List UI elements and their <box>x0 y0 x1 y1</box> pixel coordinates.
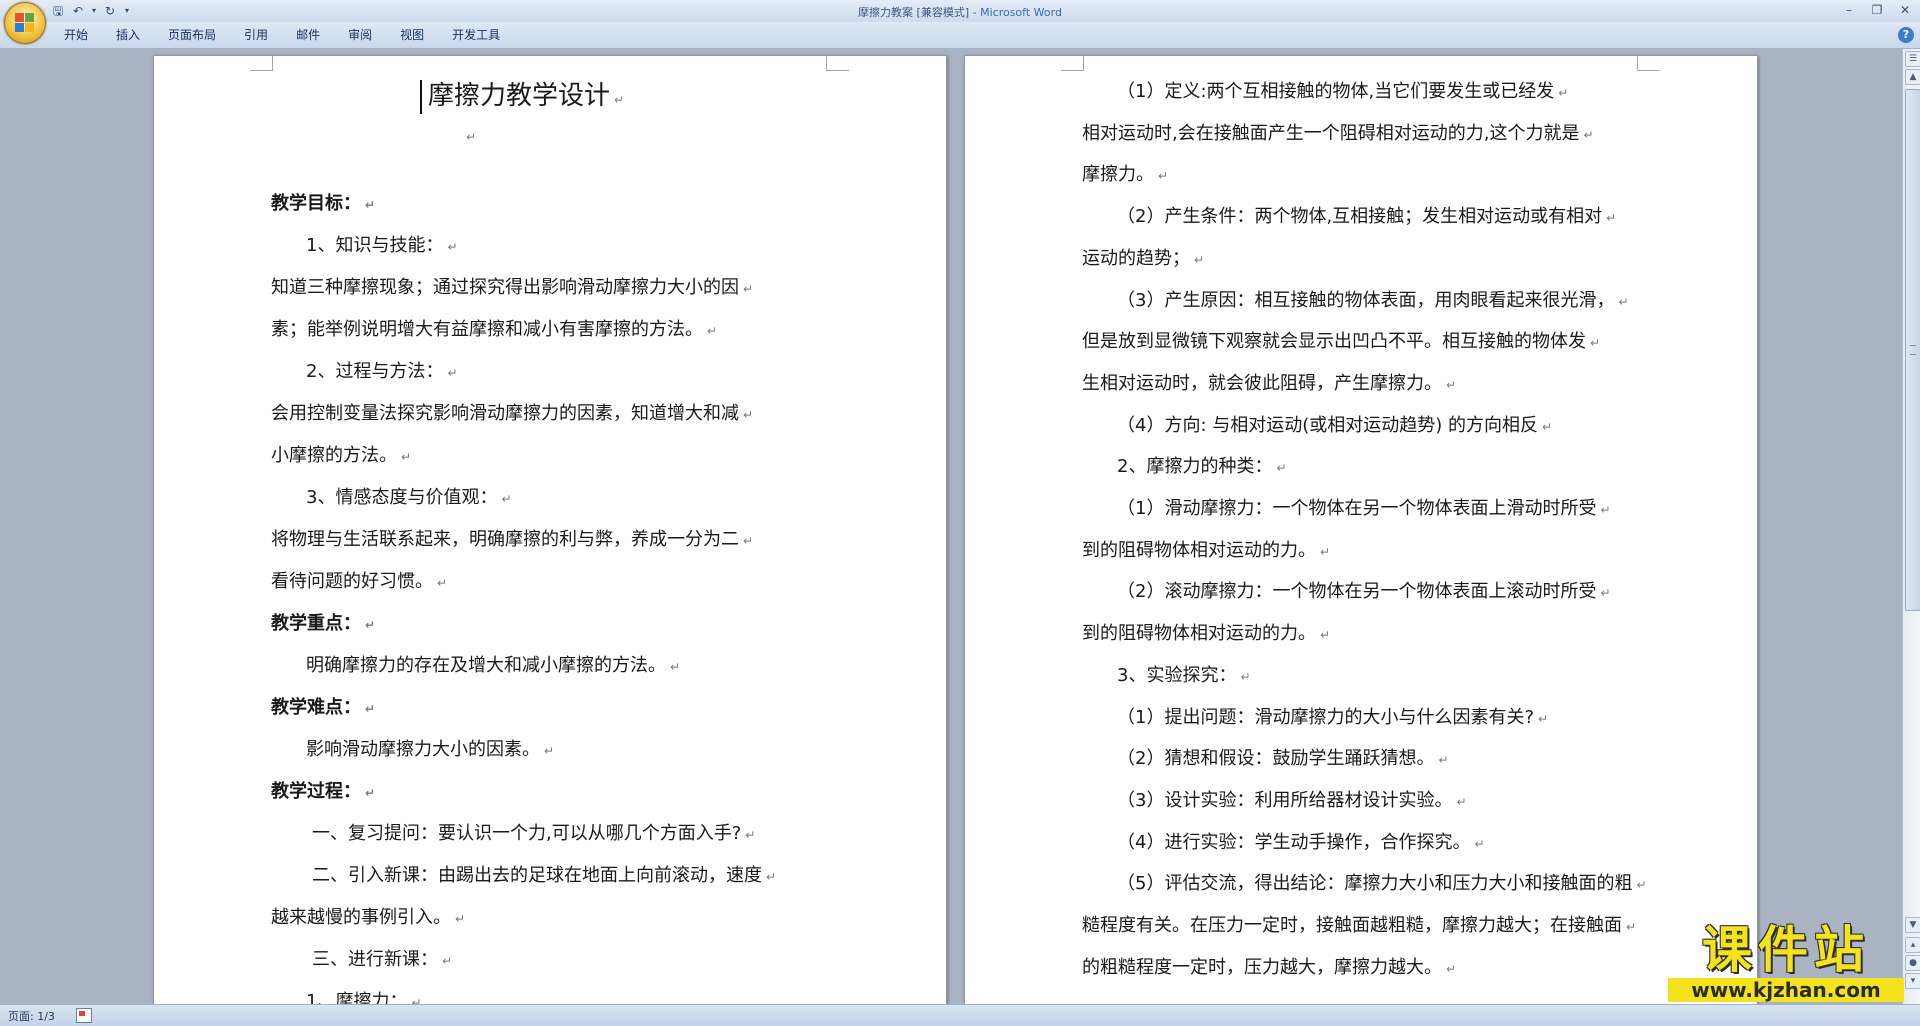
paragraph-line: 2、过程与方法： ↵ <box>306 361 458 382</box>
watermark-url: www.kjzhan.com <box>1668 978 1904 1002</box>
paragraph-line: 1、知识与技能： ↵ <box>306 235 458 256</box>
tab-3[interactable]: 引用 <box>230 27 282 43</box>
office-button[interactable] <box>4 2 46 44</box>
ribbon-tab-bar: 开始 插入 页面布局 引用 邮件 审阅 视图 开发工具 ? <box>0 22 1920 49</box>
tab-2[interactable]: 页面布局 <box>154 27 230 43</box>
paragraph-line: 素；能举例说明增大有益摩擦和减小有害摩擦的方法。 ↵ <box>271 319 718 340</box>
paragraph-line: （1）滑动摩擦力：一个物体在另一个物体表面上滑动时所受 ↵ <box>1117 498 1611 519</box>
paragraph-line: （4）进行实验：学生动手操作，合作探究。 ↵ <box>1117 831 1485 853</box>
paragraph-line: 明确摩擦力的存在及增大和减小摩擦的方法。 ↵ <box>306 655 681 676</box>
paragraph-line: 的粗糙程度一定时，压力越大，摩擦力越大。 ↵ <box>1082 956 1457 978</box>
paragraph-line: 运动的趋势； ↵ <box>1082 247 1205 269</box>
title-bar: 🖫 ↶ ▾ ↻ ▾ 摩擦力教案 [兼容模式] - Microsoft Word … <box>0 0 1920 23</box>
paragraph-line: 摩擦力。 ↵ <box>1082 164 1169 186</box>
paragraph-line: 影响滑动摩擦力大小的因素。 ↵ <box>306 739 555 760</box>
previous-page-icon[interactable]: ▴ <box>1905 937 1920 953</box>
close-icon[interactable]: ✕ <box>1894 2 1916 18</box>
paragraph-line: 越来越慢的事例引入。 ↵ <box>271 907 466 928</box>
status-bar: 页面: 1/3 <box>0 1004 1920 1026</box>
paragraph-line: 一、复习提问：要认识一个力,可以从哪几个方面入手? ↵ <box>312 823 756 844</box>
macro-recording-icon[interactable] <box>76 1008 92 1023</box>
margin-corner-mark <box>826 56 849 71</box>
margin-corner-mark <box>1637 56 1660 71</box>
paragraph-line: 糙程度有关。在压力一定时，接触面越粗糙，摩擦力越大；在接触面 ↵ <box>1082 915 1637 936</box>
tab-5[interactable]: 审阅 <box>334 27 386 43</box>
paragraph-line: 会用控制变量法探究影响滑动摩擦力的因素，知道增大和减 ↵ <box>271 403 754 424</box>
paragraph-line: （4）方向: 与相对运动(或相对运动趋势) 的方向相反 ↵ <box>1117 414 1553 436</box>
watermark-logo: 课件站 www.kjzhan.com <box>1668 922 1904 1006</box>
restore-icon[interactable]: ❐ <box>1866 2 1888 18</box>
tab-6[interactable]: 视图 <box>386 27 438 43</box>
vertical-scrollbar[interactable]: ☰ ▲ ▼ ▴ ● ▾ <box>1902 49 1920 1004</box>
tab-4[interactable]: 邮件 <box>282 27 334 43</box>
help-icon[interactable]: ? <box>1898 27 1914 43</box>
paragraph-line: 生相对运动时，就会彼此阻碍，产生摩擦力。 ↵ <box>1082 372 1457 394</box>
paragraph-line: （5）评估交流，得出结论：摩擦力大小和压力大小和接触面的粗 ↵ <box>1117 873 1647 895</box>
tab-7[interactable]: 开发工具 <box>438 27 514 43</box>
paragraph-line: 到的阻碍物体相对运动的力。 ↵ <box>1082 623 1331 645</box>
paragraph-line: 3、情感态度与价值观： ↵ <box>306 487 512 508</box>
paragraph-line: 知道三种摩擦现象；通过探究得出影响滑动摩擦力大小的因 ↵ <box>271 277 754 298</box>
paragraph-line: （3）产生原因：相互接触的物体表面，用肉眼看起来很光滑， ↵ <box>1117 289 1629 311</box>
window-controls: – ❐ ✕ <box>1838 2 1916 18</box>
paragraph-line: 看待问题的好习惯。 ↵ <box>271 571 448 592</box>
margin-corner-mark <box>250 56 273 71</box>
tab-1[interactable]: 插入 <box>102 27 154 43</box>
watermark-title: 课件站 <box>1702 921 1870 979</box>
ruler-toggle-icon[interactable]: ☰ <box>1905 51 1920 67</box>
ribbon-tabs: 开始 插入 页面布局 引用 邮件 审阅 视图 开发工具 <box>50 27 514 43</box>
document-title: 摩擦力教学设计 ↵ <box>428 81 625 111</box>
paragraph-line: 教学目标： ↵ <box>271 193 376 214</box>
page-indicator[interactable]: 页面: 1/3 <box>8 1008 55 1024</box>
paragraph-line: 将物理与生活联系起来，明确摩擦的利与弊，养成一分为二 ↵ <box>271 529 754 550</box>
paragraph-line: （2）产生条件：两个物体,互相接触；发生相对运动或有相对 ↵ <box>1117 206 1617 228</box>
margin-corner-mark <box>1061 56 1084 71</box>
document-page-2[interactable]: （1）定义:两个互相接触的物体,当它们要发生或已经发 ↵ 相对运动时,会在接触面产生… <box>964 55 1758 1004</box>
paragraph-line: 2、摩擦力的种类： ↵ <box>1117 456 1287 478</box>
paragraph-line: 教学难点： ↵ <box>271 697 376 718</box>
paragraph-line: （1）提出问题：滑动摩擦力的大小与什么因素有关? ↵ <box>1117 706 1549 728</box>
next-page-icon[interactable]: ▾ <box>1905 973 1920 989</box>
window-title: 摩擦力教案 [兼容模式] - Microsoft Word <box>858 6 1062 19</box>
paragraph-line: 二、引入新课：由踢出去的足球在地面上向前滚动，速度 ↵ <box>312 865 777 886</box>
tab-0[interactable]: 开始 <box>50 27 102 43</box>
paragraph-line: 1、摩擦力： ↵ <box>306 991 422 1004</box>
empty-paragraph: ↵ <box>466 130 477 144</box>
paragraph-line: （2）滚动摩擦力：一个物体在另一个物体表面上滚动时所受 ↵ <box>1117 581 1611 603</box>
minimize-icon[interactable]: – <box>1838 2 1860 18</box>
scrollbar-grip-icon <box>1910 345 1916 355</box>
scrollbar-thumb[interactable] <box>1905 89 1920 611</box>
paragraph-line: 相对运动时,会在接触面产生一个阻碍相对运动的力,这个力就是 ↵ <box>1082 122 1594 144</box>
paragraph-line: 教学过程： ↵ <box>271 781 376 802</box>
paragraph-line: 3、实验探究： ↵ <box>1117 664 1251 686</box>
paragraph-line: （3）设计实验：利用所给器材设计实验。 ↵ <box>1117 789 1467 811</box>
paragraph-line: 但是放到显微镜下观察就会显示出凹凸不平。相互接触的物体发 ↵ <box>1082 331 1601 353</box>
paragraph-line: （2）猜想和假设：鼓励学生踊跃猜想。 ↵ <box>1117 748 1449 770</box>
document-page-1[interactable]: 摩擦力教学设计 ↵ ↵ 教学目标： ↵ 1、知识与技能： ↵ 知道三种摩擦现象；通过探究得… <box>153 55 947 1004</box>
paragraph-line: 小摩擦的方法。 ↵ <box>271 445 412 466</box>
scroll-up-icon[interactable]: ▲ <box>1905 69 1920 85</box>
text-cursor <box>420 80 422 114</box>
paragraph-line: （1）定义:两个互相接触的物体,当它们要发生或已经发 ↵ <box>1117 81 1569 102</box>
paragraph-line: 三、进行新课： ↵ <box>312 949 453 970</box>
scroll-down-icon[interactable]: ▼ <box>1905 917 1920 933</box>
paragraph-line: 到的阻碍物体相对运动的力。 ↵ <box>1082 539 1331 561</box>
office-logo-icon <box>15 13 35 33</box>
document-area[interactable]: 摩擦力教学设计 ↵ ↵ 教学目标： ↵ 1、知识与技能： ↵ 知道三种摩擦现象；通过探究得… <box>0 49 1900 1004</box>
browse-object-icon[interactable]: ● <box>1905 955 1920 971</box>
paragraph-line: 教学重点： ↵ <box>271 613 376 634</box>
